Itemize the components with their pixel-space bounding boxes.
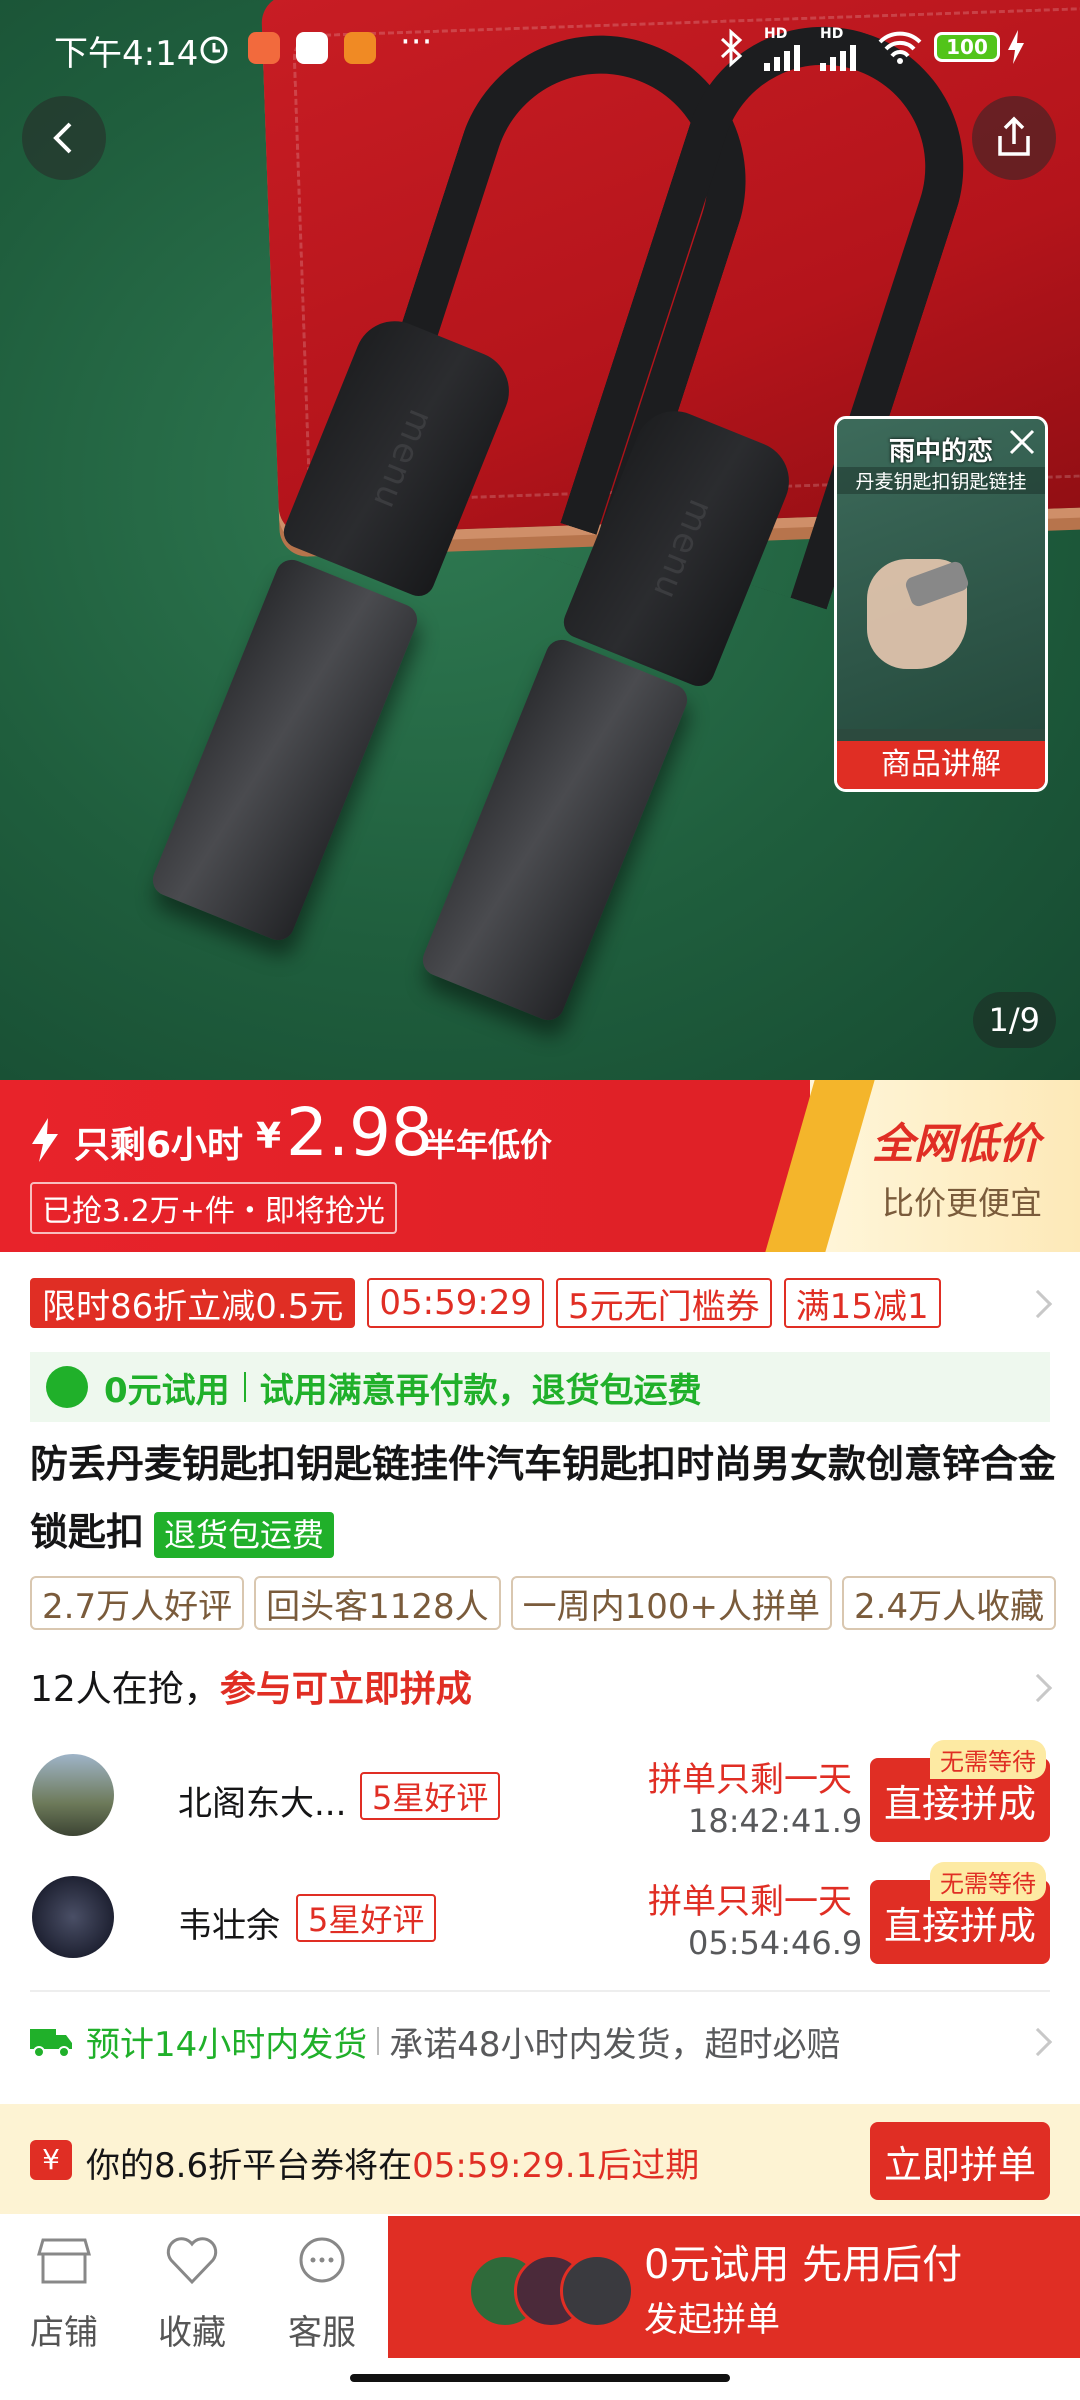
group-buy-header[interactable]: 12人在抢，参与可立即拼成 bbox=[30, 1660, 1050, 1712]
close-video-button[interactable] bbox=[1003, 423, 1041, 461]
no-wait-badge: 无需等待 bbox=[930, 1862, 1046, 1901]
coupon-full-reduce-tag[interactable]: 满15减1 bbox=[783, 1278, 941, 1328]
shipping-estimate: 预计14小时内发货 bbox=[86, 2024, 368, 2065]
coupon-expiry-text: 你的8.6折平台券将在05:59:29.1后过期 bbox=[86, 2138, 699, 2187]
coupon-expiry-prefix: 你的8.6折平台券将在 bbox=[86, 2146, 413, 2186]
trial-bar[interactable]: 0元试用 试用满意再付款，退货包运费 bbox=[30, 1352, 1050, 1422]
shipping-promise: 承诺48小时内发货，超时必赔 bbox=[389, 2024, 841, 2065]
product-photo-keybody-right bbox=[418, 635, 692, 1025]
group-remaining-time: 拼单只剩一天 bbox=[648, 1882, 852, 1922]
close-icon bbox=[1009, 429, 1035, 455]
return-shipping-badge: 退货包运费 bbox=[154, 1511, 335, 1558]
status-bar: 下午4:14 ··· HD HD 100 bbox=[0, 0, 1080, 100]
favorite-label: 收藏 bbox=[158, 2313, 226, 2353]
battery-level: 100 bbox=[946, 35, 988, 59]
lowest-price-sub: 比价更便宜 bbox=[882, 1184, 1043, 1222]
favorite-button[interactable]: 收藏 bbox=[132, 2236, 252, 2354]
coupon-discount-tag[interactable]: 限时86折立减0.5元 bbox=[30, 1278, 356, 1328]
product-stats-row: 2.7万人好评 回头客1128人 一周内100+人拼单 2.4万人收藏 bbox=[30, 1576, 1070, 1630]
group-row[interactable]: 韦壮余 5星好评 拼单只剩一天 05:54:46.9 直接拼成 无需等待 bbox=[0, 1862, 1080, 1984]
app-notification-icon-3 bbox=[344, 32, 376, 64]
video-overlay-subtitle: 丹麦钥匙扣钥匙链挂 bbox=[837, 467, 1045, 494]
group-user-name: 北阁东大... bbox=[178, 1784, 347, 1824]
charging-icon bbox=[1006, 30, 1026, 73]
cta-sub-label: 发起拼单 bbox=[644, 2300, 780, 2340]
status-time: 下午4:14 bbox=[54, 34, 199, 74]
chevron-left-icon bbox=[53, 122, 72, 154]
bluetooth-icon bbox=[716, 28, 746, 77]
more-notifications: ··· bbox=[400, 22, 433, 62]
product-explainer-video-card[interactable]: 雨中的恋 丹麦钥匙扣钥匙链挂 商品讲解 bbox=[834, 416, 1048, 792]
price-note: 半年低价 bbox=[424, 1126, 553, 1164]
app-notification-icon bbox=[248, 32, 280, 64]
trial-title: 0元试用 bbox=[104, 1370, 230, 1411]
flash-sale-banner[interactable]: 只剩6小时 ¥ 2.98 半年低价 已抢3.2万+件・即将抢光 全网低价 比价更… bbox=[0, 1080, 1080, 1252]
start-group-buy-button[interactable]: 0元试用 先用后付 发起拼单 bbox=[388, 2216, 1080, 2358]
group-remaining-time: 拼单只剩一天 bbox=[648, 1760, 852, 1800]
truck-icon bbox=[30, 2029, 72, 2058]
lowest-price-title: 全网低价 bbox=[872, 1119, 1041, 1168]
trial-divider bbox=[243, 1372, 246, 1402]
battery-icon: 100 bbox=[934, 32, 1000, 62]
group-row[interactable]: 北阁东大... 5星好评 拼单只剩一天 18:42:41.9 直接拼成 无需等待 bbox=[0, 1740, 1080, 1862]
group-count: 12人在抢， bbox=[30, 1669, 220, 1710]
heart-icon bbox=[166, 2237, 218, 2285]
share-icon bbox=[998, 116, 1030, 156]
app-notification-icon-2 bbox=[296, 32, 328, 64]
wifi-icon bbox=[878, 30, 922, 73]
coupon-no-threshold-tag[interactable]: 5元无门槛券 bbox=[556, 1278, 772, 1328]
trial-badge-icon bbox=[46, 1366, 88, 1408]
home-indicator bbox=[350, 2374, 730, 2382]
group-buy-now-button[interactable]: 立即拼单 bbox=[870, 2122, 1050, 2200]
avatar bbox=[32, 1876, 114, 1958]
alarm-icon bbox=[196, 30, 232, 75]
coupon-icon: ¥ bbox=[30, 2140, 72, 2180]
stat-favorites: 2.4万人收藏 bbox=[842, 1576, 1057, 1630]
group-user-rating: 5星好评 bbox=[296, 1894, 437, 1942]
back-button[interactable] bbox=[22, 96, 106, 180]
store-icon bbox=[37, 2238, 91, 2284]
product-title: 防丢丹麦钥匙扣钥匙链挂件汽车钥匙扣时尚男女款创意锌合金锁匙扣 退货包运费 bbox=[30, 1430, 1060, 1566]
coupon-expiry-timer: 05:59:29.1后过期 bbox=[412, 2146, 700, 2186]
sold-count: 已抢3.2万+件・即将抢光 bbox=[30, 1182, 397, 1234]
signal-icon-2 bbox=[820, 40, 860, 80]
price-value: 2.98 bbox=[286, 1094, 433, 1171]
flash-countdown: 只剩6小时 bbox=[74, 1125, 244, 1166]
trial-description: 试用满意再付款，退货包运费 bbox=[259, 1370, 702, 1411]
product-photo-keybody-left bbox=[148, 555, 422, 945]
signal-icon bbox=[764, 40, 804, 80]
stat-weekly-groups: 一周内100+人拼单 bbox=[510, 1576, 832, 1630]
store-button[interactable]: 店铺 bbox=[4, 2236, 124, 2354]
stat-repeat-customers: 回头客1128人 bbox=[254, 1576, 501, 1630]
group-join-cta: 参与可立即拼成 bbox=[219, 1669, 472, 1710]
shipping-row[interactable]: 预计14小时内发货 承诺48小时内发货，超时必赔 bbox=[30, 2016, 1050, 2066]
coupon-expiry-bar[interactable]: ¥ 你的8.6折平台券将在05:59:29.1后过期 立即拼单 bbox=[0, 2104, 1080, 2214]
avatar bbox=[32, 1754, 114, 1836]
customer-service-button[interactable]: 客服 bbox=[262, 2236, 382, 2354]
cta-main-label: 0元试用 先用后付 bbox=[644, 2242, 963, 2288]
group-timer: 18:42:41.9 bbox=[688, 1802, 863, 1840]
video-caption: 商品讲解 bbox=[837, 741, 1045, 789]
lightning-icon bbox=[30, 1118, 60, 1166]
coupon-timer-tag: 05:59:29 bbox=[367, 1278, 545, 1328]
no-wait-badge: 无需等待 bbox=[930, 1740, 1046, 1779]
avatar bbox=[560, 2254, 634, 2328]
image-pager: 1/9 bbox=[972, 992, 1056, 1048]
group-user-rating: 5星好评 bbox=[360, 1772, 501, 1820]
coupon-row[interactable]: 限时86折立减0.5元 05:59:29 5元无门槛券 满15减1 bbox=[30, 1276, 1050, 1330]
service-label: 客服 bbox=[288, 2313, 356, 2353]
group-timer: 05:54:46.9 bbox=[688, 1924, 863, 1962]
currency-symbol: ¥ bbox=[256, 1116, 282, 1157]
divider bbox=[30, 1990, 1050, 1992]
chat-icon bbox=[299, 2237, 345, 2283]
share-button[interactable] bbox=[972, 96, 1056, 180]
store-label: 店铺 bbox=[30, 2313, 98, 2353]
shipping-divider bbox=[377, 2027, 380, 2055]
product-image-gallery[interactable]: menu menu 下午4:14 ··· HD HD 100 雨中的恋 丹麦钥匙… bbox=[0, 0, 1080, 1080]
stat-good-reviews: 2.7万人好评 bbox=[30, 1576, 245, 1630]
group-user-name: 韦壮余 bbox=[178, 1906, 280, 1946]
